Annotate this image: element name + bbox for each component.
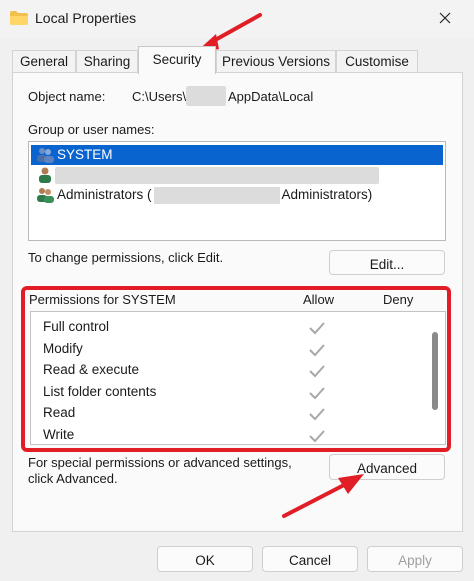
user-icon	[39, 167, 51, 183]
redacted-username	[186, 86, 226, 106]
edit-button[interactable]: Edit...	[329, 250, 445, 275]
tab-sharing[interactable]: Sharing	[76, 50, 138, 73]
allow-column-header: Allow	[303, 292, 335, 307]
tab-strip: General Sharing Security Previous Versio…	[12, 46, 462, 74]
advanced-hint-line1: For special permissions or advanced sett…	[28, 455, 292, 470]
perm-row-label: Full control	[43, 319, 110, 334]
ok-button[interactable]: OK	[157, 546, 253, 572]
permissions-header: Permissions for SYSTEM	[29, 292, 176, 307]
group-users-list[interactable]: SYSTEM Administrators ( Administrators)	[28, 141, 446, 241]
close-button[interactable]	[430, 4, 460, 32]
advanced-button[interactable]: Advanced	[329, 454, 445, 480]
user-group-icon	[37, 148, 54, 163]
edit-hint: To change permissions, click Edit.	[28, 250, 224, 265]
list-item-label-suffix: Administrators)	[281, 187, 373, 203]
object-path-prefix: C:\Users\	[132, 89, 187, 104]
deny-column-header: Deny	[383, 292, 414, 307]
advanced-hint-line2: click Advanced.	[28, 471, 118, 486]
cancel-button[interactable]: Cancel	[262, 546, 358, 572]
tab-previous-versions[interactable]: Previous Versions	[216, 50, 336, 73]
perm-row-label: Write	[43, 427, 75, 442]
list-item-administrators[interactable]: Administrators ( Administrators)	[31, 185, 443, 205]
check-icon	[309, 365, 325, 378]
redacted-machine-name	[153, 187, 280, 204]
check-icon	[309, 387, 325, 400]
list-item-system[interactable]: SYSTEM	[31, 145, 443, 165]
tab-customise[interactable]: Customise	[336, 50, 418, 73]
group-users-label: Group or user names:	[28, 122, 155, 137]
object-path-suffix: AppData\Local	[228, 89, 314, 104]
object-name-label: Object name:	[28, 89, 106, 104]
redacted-user-name	[55, 167, 379, 184]
user-group-icon	[37, 188, 54, 203]
window-title: Local Properties	[35, 10, 137, 26]
title-bar: Local Properties	[0, 0, 474, 38]
tab-general[interactable]: General	[12, 50, 76, 73]
list-item-label: SYSTEM	[57, 147, 113, 162]
check-icon	[309, 322, 325, 335]
perm-row-label: Read	[43, 405, 76, 420]
perm-row-label: Read & execute	[43, 362, 140, 377]
permissions-scrollbar[interactable]	[432, 332, 438, 410]
perm-row-label: List folder contents	[43, 384, 157, 399]
check-icon	[309, 344, 325, 357]
check-icon	[309, 430, 325, 443]
permissions-list: Full control Modify Read & execute List …	[30, 311, 446, 445]
check-icon	[309, 408, 325, 421]
apply-button[interactable]: Apply	[367, 546, 463, 572]
close-icon	[439, 12, 451, 24]
tab-security[interactable]: Security	[138, 46, 216, 74]
list-item-label-prefix: Administrators (	[57, 187, 152, 203]
perm-row-label: Modify	[43, 341, 83, 356]
folder-icon	[10, 11, 28, 25]
